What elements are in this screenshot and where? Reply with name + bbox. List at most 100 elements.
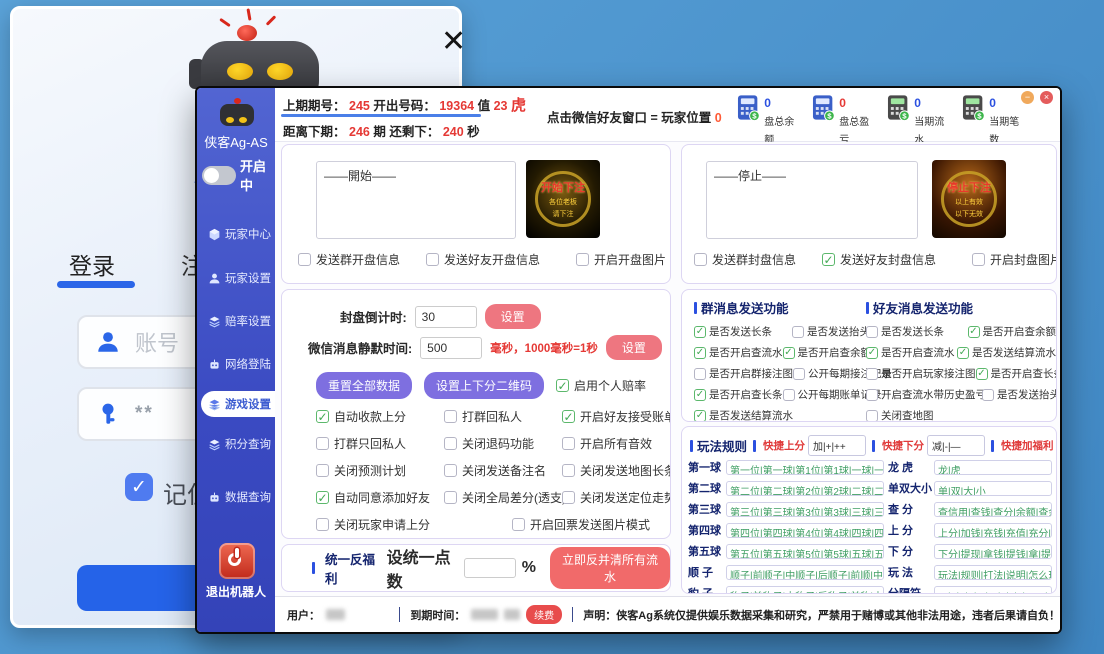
stop-message-textarea[interactable]: ——停止—— bbox=[706, 161, 918, 239]
checkbox[interactable] bbox=[792, 326, 804, 338]
checkbox[interactable] bbox=[316, 518, 329, 531]
checkbox[interactable] bbox=[822, 253, 835, 266]
close-button[interactable]: × bbox=[1040, 91, 1053, 104]
checkbox-option[interactable]: 是否开启查余额 bbox=[783, 345, 872, 360]
quick-up-input[interactable]: 加|+|++ bbox=[808, 435, 866, 456]
checkbox-option[interactable]: 自动收款上分 bbox=[316, 408, 444, 425]
remember-checkbox[interactable] bbox=[125, 473, 153, 501]
renew-button[interactable]: 续费 bbox=[526, 605, 562, 624]
checkbox-option[interactable]: 关闭发送定位走势图 bbox=[562, 489, 671, 506]
clear-flow-button[interactable]: 立即反并清所有流水 bbox=[550, 547, 670, 589]
rule-keywords-input[interactable]: 龙|虎 bbox=[934, 460, 1052, 475]
sidebar-item-game-settings[interactable]: 游戏设置 bbox=[201, 391, 275, 417]
checkbox-option[interactable]: 发送群开盘信息 bbox=[298, 251, 426, 268]
rule-keywords-input[interactable]: 单|双|大|小 bbox=[934, 481, 1052, 496]
sidebar-item-player-settings[interactable]: 玩家设置 bbox=[201, 265, 275, 291]
checkbox-option[interactable]: 开启回票发送图片模式 bbox=[512, 516, 630, 533]
checkbox-option[interactable]: 关闭退码功能 bbox=[444, 435, 562, 452]
checkbox-option[interactable]: 开启查流水带历史盈亏 bbox=[866, 387, 982, 402]
rule-keywords-input[interactable]: 查信用|查钱|查分|余额|查余额|积分 bbox=[934, 502, 1052, 517]
checkbox-option[interactable]: 是否开启玩家接注图 bbox=[866, 366, 976, 381]
checkbox[interactable] bbox=[968, 326, 980, 338]
rule-keywords-input[interactable]: 上分|加钱|充钱|充值|充分|充 bbox=[934, 523, 1052, 538]
checkbox-option[interactable]: 发送群封盘信息 bbox=[694, 251, 822, 268]
sidebar-item-network-login[interactable]: 网络登陆 bbox=[201, 351, 275, 377]
checkbox[interactable] bbox=[444, 464, 457, 477]
rule-keywords-input[interactable]: 第四位|第四球|第4位|第4球|四球|四星|4球 bbox=[726, 523, 884, 538]
checkbox-option[interactable]: 关闭预测计划 bbox=[316, 462, 444, 479]
seal-countdown-input[interactable] bbox=[415, 306, 477, 328]
checkbox[interactable] bbox=[972, 253, 985, 266]
checkbox[interactable] bbox=[793, 368, 805, 380]
set-countdown-button[interactable]: 设置 bbox=[485, 304, 541, 329]
checkbox[interactable] bbox=[562, 437, 575, 450]
checkbox-option[interactable]: 打群回私人 bbox=[444, 408, 562, 425]
toggle-track[interactable] bbox=[202, 166, 236, 185]
rule-keywords-input[interactable]: 下分|提现|拿钱|提钱|拿|提|提分| bbox=[934, 544, 1052, 559]
checkbox-option[interactable]: 关闭发送地图长条 bbox=[562, 462, 671, 479]
rule-keywords-input[interactable]: 第五位|第五球|第5位|第5球|五球|五星|5球 bbox=[726, 544, 884, 559]
start-message-textarea[interactable]: ——開始—— bbox=[316, 161, 516, 239]
checkbox-option[interactable]: 关闭玩家申请上分 bbox=[316, 516, 512, 533]
checkbox[interactable] bbox=[444, 491, 457, 504]
checkbox-option[interactable]: 开启开盘图片 bbox=[576, 251, 666, 268]
power-toggle[interactable]: 开启中 bbox=[202, 156, 275, 194]
checkbox[interactable] bbox=[444, 410, 457, 423]
checkbox[interactable] bbox=[694, 347, 706, 359]
checkbox-option[interactable]: 是否开启查长条 bbox=[976, 366, 1058, 381]
exit-robot-label[interactable]: 退出机器人 bbox=[197, 583, 275, 600]
checkbox[interactable] bbox=[866, 410, 878, 422]
power-icon[interactable] bbox=[219, 543, 255, 579]
checkbox[interactable] bbox=[866, 326, 878, 338]
reset-data-button[interactable]: 重置全部数据 bbox=[316, 372, 412, 399]
quick-down-input[interactable]: 减|-|— bbox=[927, 435, 985, 456]
checkbox-option[interactable]: 是否发送结算流水 bbox=[957, 345, 1056, 360]
sidebar-item-player-center[interactable]: 玩家中心 bbox=[201, 221, 275, 247]
rule-keywords-input[interactable]: 第三位|第三球|第3位|第3球|三球|三星|3球 bbox=[726, 502, 884, 517]
rule-keywords-input[interactable]: 第一位|第一球|第1位|第1球|一球|一星|1球 bbox=[726, 460, 884, 475]
welfare-percent-input[interactable] bbox=[464, 558, 516, 578]
qrcode-button[interactable]: 设置上下分二维码 bbox=[424, 372, 544, 399]
checkbox[interactable] bbox=[976, 368, 988, 380]
checkbox-option[interactable]: 是否发送结算流水 bbox=[694, 408, 794, 422]
checkbox-option[interactable]: 打群只回私人 bbox=[316, 435, 444, 452]
tab-login[interactable]: 登录 bbox=[69, 247, 115, 281]
checkbox[interactable] bbox=[866, 347, 878, 359]
rule-keywords-input[interactable]: 第二位|第二球|第2位|第2球|二球|二星|2球 bbox=[726, 481, 884, 496]
checkbox-option[interactable]: 是否发送长条 bbox=[694, 324, 792, 339]
checkbox-option[interactable]: 开启所有音效 bbox=[562, 435, 671, 452]
sidebar-item-points-query[interactable]: 积分查询 bbox=[201, 431, 275, 457]
rule-keywords-input[interactable]: 豹子|前豹子|中豹子|后豹子|前豹|中豹|后豹 bbox=[726, 586, 884, 595]
checkbox[interactable] bbox=[444, 437, 457, 450]
checkbox-option[interactable]: 是否发送长条 bbox=[866, 324, 968, 339]
set-silence-button[interactable]: 设置 bbox=[606, 335, 662, 360]
minimize-button[interactable]: − bbox=[1021, 91, 1034, 104]
close-icon[interactable]: ✕ bbox=[441, 27, 466, 57]
checkbox[interactable] bbox=[426, 253, 439, 266]
checkbox[interactable] bbox=[694, 368, 706, 380]
checkbox-option[interactable]: 是否发送抬头 bbox=[792, 324, 870, 339]
checkbox[interactable] bbox=[694, 410, 706, 422]
rule-keywords-input[interactable]: 顺子|前顺子|中顺子|后顺子|前顺|中顺|后顺 bbox=[726, 565, 884, 580]
checkbox-option[interactable]: 开启好友接受账单 bbox=[562, 408, 671, 425]
checkbox[interactable] bbox=[562, 464, 575, 477]
checkbox-option[interactable]: 是否发送抬头 bbox=[982, 387, 1057, 402]
checkbox-option[interactable]: 是否开启查长条 bbox=[694, 387, 783, 402]
silence-input[interactable] bbox=[420, 337, 482, 359]
checkbox[interactable] bbox=[316, 464, 329, 477]
checkbox[interactable] bbox=[562, 410, 575, 423]
rule-keywords-input[interactable]: —|~|- |- |%|。|, |, |_|——|— bbox=[934, 586, 1052, 595]
checkbox[interactable] bbox=[576, 253, 589, 266]
checkbox[interactable] bbox=[866, 368, 878, 380]
checkbox-option[interactable]: 关闭全局差分(透支) bbox=[444, 489, 562, 506]
checkbox[interactable] bbox=[562, 491, 575, 504]
sidebar-item-odds-settings[interactable]: 赔率设置 bbox=[201, 308, 275, 334]
checkbox-option[interactable]: 自动同意添加好友 bbox=[316, 489, 444, 506]
checkbox-option[interactable]: 是否开启查流水 bbox=[866, 345, 957, 360]
checkbox-option[interactable]: 开启封盘图片 bbox=[972, 251, 1057, 268]
checkbox-option[interactable]: 是否开启查余额 bbox=[968, 324, 1057, 339]
checkbox[interactable] bbox=[316, 410, 329, 423]
checkbox[interactable] bbox=[866, 389, 878, 401]
checkbox[interactable] bbox=[298, 253, 311, 266]
rule-keywords-input[interactable]: 玩法|规则|打法|说明|怎么玩|格式 bbox=[934, 565, 1052, 580]
